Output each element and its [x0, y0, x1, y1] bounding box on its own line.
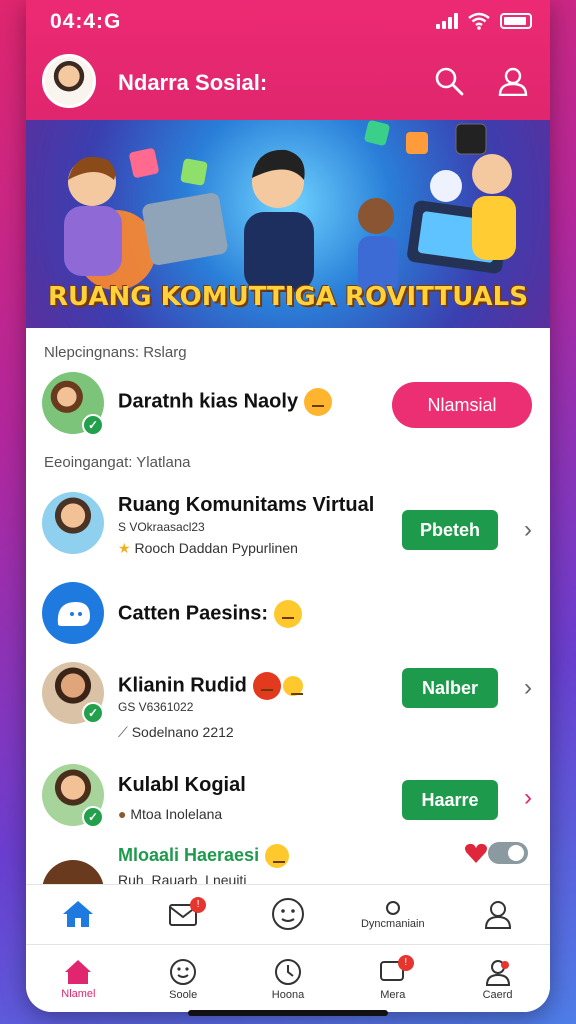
call-emoji-icon — [304, 388, 333, 416]
list-item-title: Mloaali Haeraesi — [118, 844, 290, 868]
list-item[interactable]: Ruang Komunitams Virtual S VOkraasacl23 … — [26, 490, 550, 562]
list-item[interactable]: ✓ Klianin Rudid GS V6361022 ⟋ Sodelnano … — [26, 660, 550, 740]
list-item-title: Ruang Komunitams Virtual — [118, 494, 375, 516]
nav-face[interactable] — [243, 897, 333, 933]
user-icon — [484, 900, 511, 929]
chevron-right-icon[interactable]: › — [524, 516, 532, 544]
status-time: 04:4:G — [50, 10, 122, 33]
home-icon — [63, 900, 94, 927]
tab-home[interactable]: Nlamel — [33, 958, 123, 1000]
clock-icon — [274, 958, 301, 985]
app-title: Ndarra Sosial: — [118, 70, 268, 95]
list-item-action-button[interactable]: Pbeteh — [402, 510, 498, 550]
list-item-subtitle: ● Mtoa Inolelana — [118, 806, 223, 822]
list-item-title: Kulabl Kogial — [118, 774, 246, 796]
featured-name: Daratnh kias Naoly — [118, 388, 333, 416]
status-icons — [436, 12, 532, 30]
app-header: 04:4:G Ndarra Sosial: — [26, 0, 550, 120]
tab-hoona[interactable]: Hoona — [243, 957, 333, 1001]
list-item-id: S VOkraasacl23 — [118, 520, 205, 534]
tab-messages[interactable]: ! Mera — [348, 954, 438, 1001]
verified-check-icon: ✓ — [82, 806, 104, 828]
ghost-icon — [57, 602, 90, 626]
home-indicator[interactable] — [188, 1010, 388, 1016]
list-item-action-button[interactable]: Haarre — [402, 780, 498, 820]
list-item-subtitle: ⟋ Sodelnano 2212 — [118, 724, 234, 740]
list-item-action-button[interactable]: Nalber — [402, 668, 498, 708]
emoji-icon — [274, 600, 303, 628]
list-item[interactable]: Catten Paesins: — [26, 580, 550, 646]
avatar — [42, 492, 104, 554]
list-item-id: GS V6361022 — [118, 700, 194, 714]
tab-card[interactable]: Caerd — [453, 957, 543, 1001]
list-item-title: Klianin Rudid — [118, 672, 303, 700]
notification-badge: ! — [397, 954, 414, 971]
signal-icon — [436, 13, 458, 29]
notification-badge: ! — [190, 896, 207, 913]
avatar — [42, 860, 104, 884]
toggle-switch[interactable] — [488, 842, 528, 864]
verified-check-icon: ✓ — [82, 414, 104, 436]
chevron-right-icon[interactable]: › — [524, 674, 532, 702]
smiley-icon — [271, 897, 304, 930]
circle-icon — [385, 900, 400, 915]
bottom-tab-bar: Nlamel Soole Hoona ! Mera Caerd — [26, 944, 550, 1012]
search-icon[interactable] — [434, 66, 464, 96]
nav-profile[interactable] — [453, 899, 543, 931]
ghost-avatar — [42, 582, 104, 644]
nav-home[interactable] — [33, 899, 123, 931]
profile-avatar[interactable] — [42, 54, 96, 108]
home-icon — [65, 959, 92, 984]
section-label-second: Eeoingangat: Ylatlana — [44, 454, 191, 471]
battery-icon — [500, 13, 532, 29]
star-icon: ★ — [118, 540, 131, 556]
list-item[interactable]: ✓ Kulabl Kogial ● Mtoa Inolelana Haarre … — [26, 764, 550, 834]
heart-icon[interactable] — [464, 842, 488, 864]
link-icon: ⟋ — [118, 724, 128, 740]
featured-row[interactable]: ✓ Daratnh kias Naoly Nlamsial — [26, 372, 550, 436]
user-icon[interactable] — [498, 66, 528, 96]
emoji-icon — [265, 844, 290, 868]
list-item-subtitle: ★ Rooch Daddan Pypurlinen — [118, 540, 298, 556]
nav-messages[interactable]: ! — [138, 896, 228, 929]
quick-bar: ! Dyncmaniain — [26, 884, 550, 944]
list-item-title: Catten Paesins: — [118, 600, 303, 628]
hand-icon: ● — [118, 806, 127, 822]
phone-screen: 04:4:G Ndarra Sosial: RUANG KOMUTTIGA RO… — [26, 0, 550, 1012]
emoji-icon — [252, 672, 281, 700]
featured-action-button[interactable]: Nlamsial — [392, 382, 532, 428]
tab-social[interactable]: Soole — [138, 957, 228, 1001]
list-item-preview: Ruh_Rauarb_Lneuiti — [118, 872, 247, 884]
banner-title: RUANG KOMUTTIGA ROVITTUALS — [48, 282, 528, 312]
chevron-right-icon[interactable]: › — [524, 784, 532, 812]
section-label-first: Nlepcingnans: Rslarg — [44, 344, 187, 361]
list-item[interactable]: Mloaali Haeraesi Ruh_Rauarb_Lneuiti — [26, 842, 550, 884]
nav-community[interactable]: Dyncmaniain — [348, 900, 438, 930]
community-banner[interactable]: RUANG KOMUTTIGA ROVITTUALS — [26, 120, 550, 328]
smiley-icon — [170, 958, 197, 985]
verified-check-icon: ✓ — [82, 702, 104, 724]
user-icon — [485, 959, 510, 986]
wifi-icon — [468, 12, 490, 30]
emoji-icon — [282, 676, 303, 696]
